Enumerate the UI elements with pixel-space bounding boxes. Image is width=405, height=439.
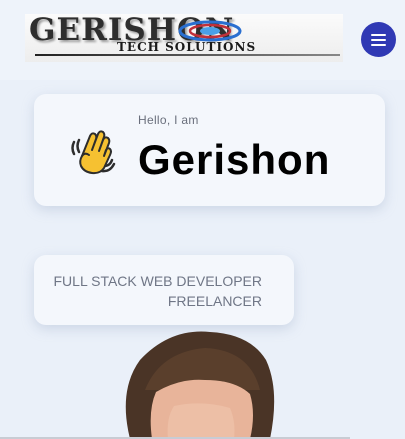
waving-hand-icon [71,130,116,175]
hamburger-icon [371,39,386,41]
logo-underline [35,54,340,56]
hamburger-icon [371,34,386,36]
brand-logo[interactable]: GERISHON TECH SOLUTIONS [25,14,343,62]
site-header: GERISHON TECH SOLUTIONS [0,0,405,80]
hero-name: Gerishon [138,136,331,183]
role-title: FULL STACK WEB DEVELOPER [53,273,263,289]
intro-card: Hello, I am Gerishon [34,94,385,206]
role-card: FULL STACK WEB DEVELOPER FREELANCER [34,255,294,325]
hamburger-icon [371,44,386,46]
role-subtitle: FREELANCER [167,293,262,309]
logo-tagline: TECH SOLUTIONS [117,40,257,54]
greeting-text: Hello, I am [138,113,199,127]
profile-photo [110,330,290,439]
menu-button[interactable] [361,22,396,57]
